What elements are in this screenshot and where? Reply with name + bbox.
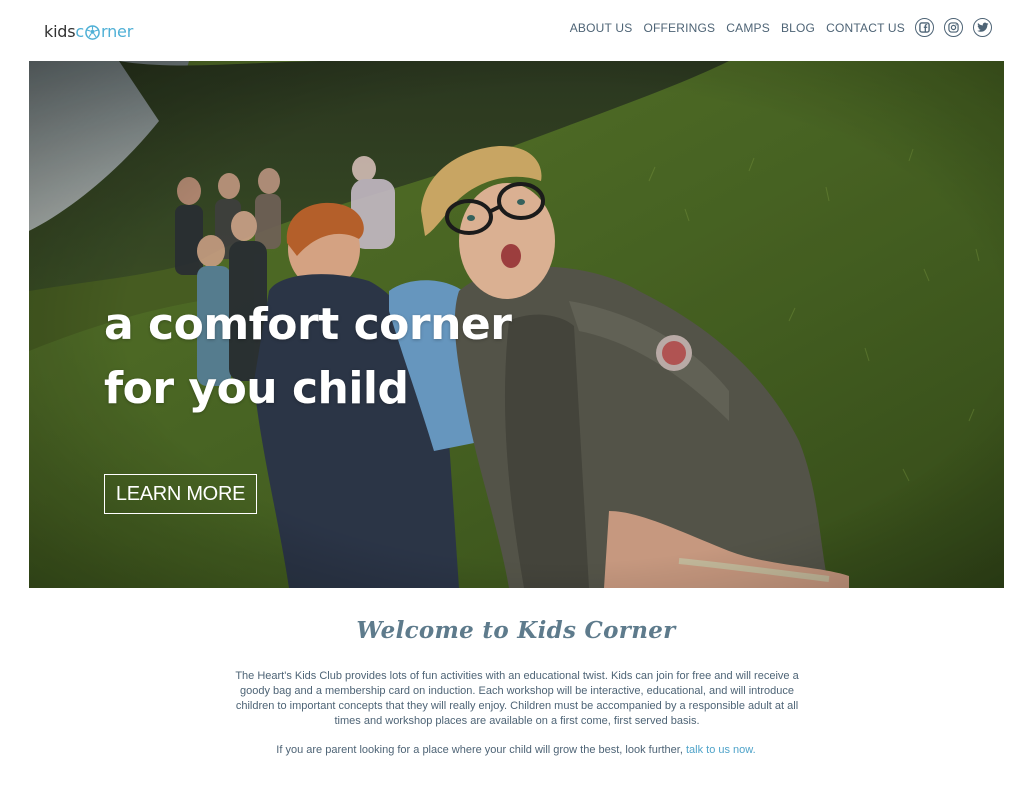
nav-camps[interactable]: CAMPS [726,21,770,35]
hero-title-line-2: for you child [104,363,409,414]
soccer-ball-icon [85,25,100,40]
talk-to-us-link[interactable]: talk to us now. [686,744,756,756]
hero-banner: a comfort corner for you child LEARN MOR… [29,61,1004,588]
site-header: kids c rner ABOUT US OFFERINGS CAMPS BLO… [0,0,1032,60]
kids-corner-logo[interactable]: kids c rner [44,22,133,41]
nav-blog[interactable]: BLOG [781,21,815,35]
contact-prompt-text: If you are parent looking for a place wh… [276,744,686,756]
logo-c-text: c [75,22,85,41]
nav-offerings[interactable]: OFFERINGS [643,21,715,35]
main-nav: ABOUT US OFFERINGS CAMPS BLOG CONTACT US [570,18,992,37]
welcome-heading: Welcome to Kids Corner [356,617,676,644]
nav-contact-us[interactable]: CONTACT US [826,21,905,35]
contact-prompt: If you are parent looking for a place wh… [0,744,1032,756]
hero-title: a comfort corner for you child [104,293,512,421]
logo-rner-text: rner [101,22,134,41]
welcome-body-text: The Heart's Kids Club provides lots of f… [235,670,799,727]
twitter-icon[interactable] [973,18,992,37]
logo-kids-text: kids [44,22,76,41]
instagram-icon[interactable] [944,18,963,37]
learn-more-button[interactable]: LEARN MORE [104,474,257,514]
nav-about-us[interactable]: ABOUT US [570,21,633,35]
hero-title-line-1: a comfort corner [104,299,512,350]
facebook-icon[interactable] [915,18,934,37]
